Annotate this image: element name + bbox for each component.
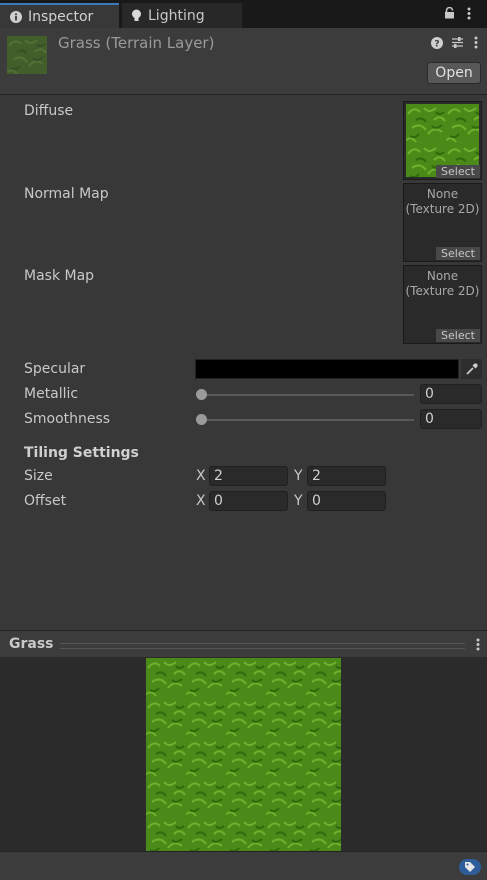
mask-map-value: None (Texture 2D) xyxy=(405,269,480,298)
metallic-value-field[interactable]: 0 xyxy=(420,384,482,404)
presets-icon[interactable] xyxy=(451,36,464,52)
asset-label-tag-icon[interactable] xyxy=(459,859,481,875)
terrain-layer-thumbnail-icon xyxy=(7,36,47,74)
mask-map-texture-slot[interactable]: None (Texture 2D) Select xyxy=(403,265,482,344)
mask-map-label: Mask Map xyxy=(24,268,95,284)
lock-icon[interactable] xyxy=(444,6,455,22)
mask-map-select-button[interactable]: Select xyxy=(436,329,480,342)
metallic-label: Metallic xyxy=(24,386,79,402)
smoothness-value-field[interactable]: 0 xyxy=(420,409,482,429)
size-y-label: Y xyxy=(294,468,303,484)
offset-x-field[interactable]: 0 xyxy=(209,491,288,511)
offset-label: Offset xyxy=(24,493,67,509)
smoothness-slider-handle[interactable] xyxy=(196,414,207,425)
size-x-field[interactable]: 2 xyxy=(209,466,288,486)
open-button[interactable]: Open xyxy=(427,62,481,84)
size-y-field[interactable]: 2 xyxy=(307,466,386,486)
specular-color-field[interactable] xyxy=(195,359,459,379)
diffuse-label: Diffuse xyxy=(24,103,74,119)
normal-map-label: Normal Map xyxy=(24,186,109,202)
metallic-slider-handle[interactable] xyxy=(196,389,207,400)
metallic-slider-track[interactable] xyxy=(201,394,414,396)
help-icon[interactable]: ? xyxy=(431,37,443,52)
light-bulb-icon xyxy=(131,9,142,22)
specular-label: Specular xyxy=(24,361,86,377)
normal-map-texture-slot[interactable]: None (Texture 2D) Select xyxy=(403,183,482,262)
normal-map-value: None (Texture 2D) xyxy=(405,187,480,216)
preview-more-icon[interactable] xyxy=(476,638,480,654)
smoothness-label: Smoothness xyxy=(24,411,111,427)
tiling-settings-heading: Tiling Settings xyxy=(24,445,139,461)
preview-title: Grass xyxy=(9,636,54,652)
offset-y-label: Y xyxy=(294,493,303,509)
tab-more-icon[interactable] xyxy=(467,7,471,23)
diffuse-select-button[interactable]: Select xyxy=(436,165,480,178)
preview-drag-handle[interactable] xyxy=(60,643,465,649)
size-x-label: X xyxy=(196,468,206,484)
asset-title: Grass (Terrain Layer) xyxy=(58,34,215,52)
eyedropper-icon[interactable] xyxy=(461,359,482,379)
offset-y-field[interactable]: 0 xyxy=(307,491,386,511)
status-bar xyxy=(0,851,487,880)
info-icon xyxy=(10,10,22,23)
tab-lighting[interactable]: Lighting xyxy=(122,3,242,28)
smoothness-slider-track[interactable] xyxy=(201,419,414,421)
header-more-icon[interactable] xyxy=(474,36,478,52)
normal-map-select-button[interactable]: Select xyxy=(436,247,480,260)
offset-x-label: X xyxy=(196,493,206,509)
size-label: Size xyxy=(24,468,53,484)
tab-inspector[interactable]: Inspector xyxy=(0,3,119,28)
svg-text:?: ? xyxy=(434,40,439,50)
tab-lighting-label: Lighting xyxy=(148,7,205,24)
diffuse-texture-slot[interactable]: Select xyxy=(403,101,482,180)
tab-inspector-label: Inspector xyxy=(28,8,94,25)
grass-texture-preview xyxy=(146,658,341,851)
